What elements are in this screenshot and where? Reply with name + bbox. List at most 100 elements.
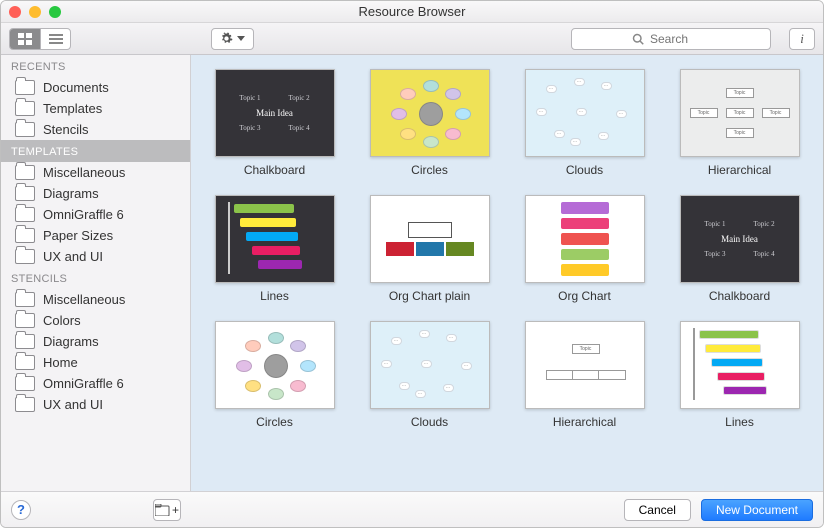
footer: ? + Cancel New Document (1, 491, 823, 527)
template-tile[interactable]: Topic 1Topic 2Main IdeaTopic 3Topic 4Cha… (203, 69, 346, 177)
sidebar-item[interactable]: Stencils (1, 119, 190, 140)
sidebar-item-label: Diagrams (43, 334, 99, 349)
cancel-button[interactable]: Cancel (624, 499, 691, 521)
template-label: Chalkboard (709, 289, 770, 303)
sidebar-item[interactable]: Miscellaneous (1, 162, 190, 183)
template-thumbnail (525, 195, 645, 283)
folder-icon (15, 376, 35, 391)
sidebar-item-label: OmniGraffle 6 (43, 207, 124, 222)
template-label: Lines (725, 415, 754, 429)
sidebar-item[interactable]: Miscellaneous (1, 289, 190, 310)
sidebar-item[interactable]: Templates (1, 98, 190, 119)
sidebar-item[interactable]: Colors (1, 310, 190, 331)
template-tile[interactable]: Topic Hierarchical (513, 321, 656, 429)
template-label: Org Chart plain (389, 289, 470, 303)
sidebar-item-label: OmniGraffle 6 (43, 376, 124, 391)
folder-icon (15, 207, 35, 222)
template-tile[interactable]: TopicTopicTopicTopicTopic Hierarchical (668, 69, 811, 177)
add-folder-button[interactable]: + (153, 499, 181, 521)
template-thumbnail: ··························· (525, 69, 645, 157)
folder-icon (15, 355, 35, 370)
template-tile[interactable]: Org Chart (513, 195, 656, 303)
template-label: Org Chart (558, 289, 611, 303)
sidebar-item-label: Miscellaneous (43, 165, 125, 180)
search-input[interactable] (650, 32, 710, 46)
template-label: Circles (256, 415, 293, 429)
sidebar-item[interactable]: Diagrams (1, 331, 190, 352)
template-tile[interactable]: ··························· Clouds (513, 69, 656, 177)
template-label: Clouds (566, 163, 603, 177)
template-label: Clouds (411, 415, 448, 429)
actions-menu-button[interactable] (211, 28, 254, 50)
folder-plus-icon (155, 504, 171, 516)
folder-icon (15, 334, 35, 349)
template-label: Hierarchical (708, 163, 771, 177)
resource-browser-window: Resource Browser i RECENTSDocuments Templ… (0, 0, 824, 528)
close-button[interactable] (9, 6, 21, 18)
sidebar-item-label: Diagrams (43, 186, 99, 201)
sidebar-section-header: STENCILS (1, 267, 190, 289)
search-field[interactable] (571, 28, 771, 50)
folder-icon (15, 292, 35, 307)
list-icon (49, 33, 63, 45)
template-label: Hierarchical (553, 415, 616, 429)
template-label: Lines (260, 289, 289, 303)
chevron-down-icon (237, 36, 245, 41)
folder-icon (15, 122, 35, 137)
sidebar-item[interactable]: UX and UI (1, 246, 190, 267)
sidebar-item[interactable]: OmniGraffle 6 (1, 204, 190, 225)
sidebar-item[interactable]: UX and UI (1, 394, 190, 415)
grid-icon (18, 33, 32, 45)
template-thumbnail (680, 321, 800, 409)
folder-icon (15, 397, 35, 412)
list-view-button[interactable] (40, 29, 70, 49)
template-thumbnail (215, 195, 335, 283)
sidebar-section-header: TEMPLATES (1, 140, 190, 162)
sidebar-item[interactable]: Paper Sizes (1, 225, 190, 246)
sidebar-item-label: Home (43, 355, 78, 370)
sidebar-item[interactable]: Diagrams (1, 183, 190, 204)
sidebar: RECENTSDocuments Templates StencilsTEMPLAT… (1, 55, 191, 491)
template-thumbnail: ··························· (370, 321, 490, 409)
sidebar-item[interactable]: Documents (1, 77, 190, 98)
sidebar-item-label: Templates (43, 101, 102, 116)
template-tile[interactable]: Circles (203, 321, 346, 429)
zoom-button[interactable] (49, 6, 61, 18)
template-thumbnail: Topic 1Topic 2Main IdeaTopic 3Topic 4 (215, 69, 335, 157)
sidebar-item-label: UX and UI (43, 397, 103, 412)
template-thumbnail: Topic 1Topic 2Main IdeaTopic 3Topic 4 (680, 195, 800, 283)
template-tile[interactable]: Lines (203, 195, 346, 303)
folder-icon (15, 313, 35, 328)
info-button[interactable]: i (789, 28, 815, 50)
template-label: Circles (411, 163, 448, 177)
template-tile[interactable]: ··························· Clouds (358, 321, 501, 429)
template-thumbnail: TopicTopicTopicTopicTopic (680, 69, 800, 157)
sidebar-item[interactable]: Home (1, 352, 190, 373)
template-thumbnail: Topic (525, 321, 645, 409)
template-thumbnail (370, 69, 490, 157)
template-tile[interactable]: Topic 1Topic 2Main IdeaTopic 3Topic 4 Cha… (668, 195, 811, 303)
sidebar-item-label: Paper Sizes (43, 228, 113, 243)
new-document-button[interactable]: New Document (701, 499, 813, 521)
template-tile[interactable]: Org Chart plain (358, 195, 501, 303)
info-icon: i (800, 31, 804, 47)
sidebar-item-label: UX and UI (43, 249, 103, 264)
folder-icon (15, 186, 35, 201)
window-title: Resource Browser (1, 4, 823, 19)
view-mode-segment (9, 28, 71, 50)
minimize-button[interactable] (29, 6, 41, 18)
sidebar-item[interactable]: OmniGraffle 6 (1, 373, 190, 394)
help-button[interactable]: ? (11, 500, 31, 520)
template-grid[interactable]: Topic 1Topic 2Main IdeaTopic 3Topic 4 Cha… (191, 55, 823, 491)
toolbar: i (1, 23, 823, 55)
search-icon (632, 33, 644, 45)
template-thumbnail (215, 321, 335, 409)
sidebar-section-header: RECENTS (1, 55, 190, 77)
grid-view-button[interactable] (10, 29, 40, 49)
traffic-lights (9, 6, 61, 18)
template-tile[interactable]: Circles (358, 69, 501, 177)
folder-icon (15, 249, 35, 264)
template-tile[interactable]: Lines (668, 321, 811, 429)
sidebar-item-label: Colors (43, 313, 81, 328)
folder-icon (15, 165, 35, 180)
